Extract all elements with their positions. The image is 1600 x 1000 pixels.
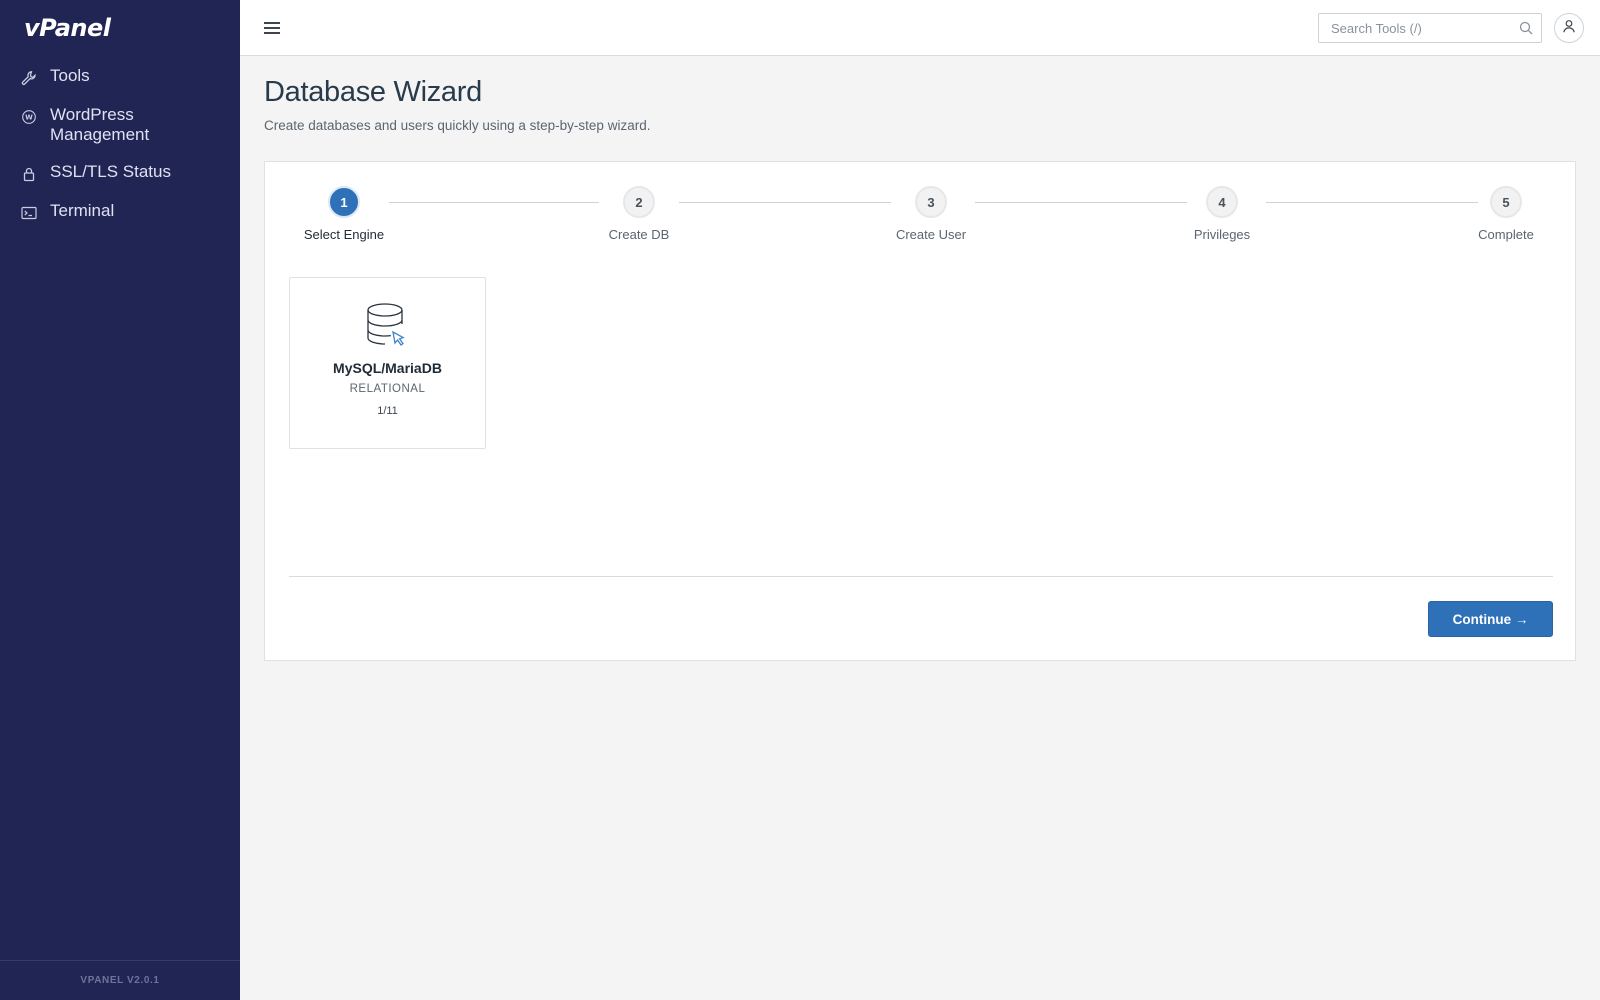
- wordpress-icon: W: [20, 107, 38, 127]
- wizard-step-create-db[interactable]: 2 Create DB: [579, 186, 699, 242]
- terminal-icon: [20, 203, 38, 223]
- version-label: VPANEL V2.0.1: [0, 960, 240, 1000]
- step-connector: [975, 202, 1187, 203]
- engine-option-mysql[interactable]: MySQL/MariaDB RELATIONAL 1/11: [289, 277, 486, 449]
- user-menu-button[interactable]: [1554, 13, 1584, 43]
- divider: [289, 576, 1553, 577]
- sidebar-item-label: Tools: [50, 66, 90, 85]
- step-label: Create DB: [608, 227, 670, 242]
- sidebar-nav: Tools W WordPress Management SSL/TLS Sta…: [0, 66, 240, 240]
- search-box: [1318, 13, 1542, 43]
- page-title: Database Wizard: [264, 76, 482, 108]
- step-label: Privileges: [1193, 227, 1251, 242]
- wrench-icon: [20, 68, 38, 88]
- wizard-step-create-user[interactable]: 3 Create User: [871, 186, 991, 242]
- sidebar-item-terminal[interactable]: Terminal: [0, 201, 240, 223]
- step-number: 4: [1206, 186, 1238, 218]
- sidebar: vPanel Tools W WordPress Management SSL/…: [0, 0, 240, 1000]
- sidebar-item-label: SSL/TLS Status: [50, 162, 171, 181]
- sidebar-item-tools[interactable]: Tools: [0, 66, 240, 88]
- user-icon: [1562, 19, 1576, 38]
- step-connector: [679, 202, 891, 203]
- sidebar-item-label: Terminal: [50, 201, 115, 220]
- engine-type: RELATIONAL: [349, 383, 426, 395]
- step-number: 3: [915, 186, 947, 218]
- search-icon[interactable]: [1519, 21, 1533, 40]
- engine-name: MySQL/MariaDB: [333, 360, 442, 376]
- step-connector: [389, 202, 599, 203]
- database-icon: [365, 302, 411, 350]
- sidebar-item-wordpress[interactable]: W WordPress Management: [0, 105, 240, 145]
- wizard-step-complete[interactable]: 5 Complete: [1446, 186, 1566, 242]
- top-bar: [240, 0, 1600, 56]
- engine-usage-count: 1/11: [377, 405, 398, 417]
- step-label: Create User: [895, 227, 967, 242]
- wizard-stepper: 1 Select Engine 2 Create DB 3 Create Use…: [265, 162, 1577, 252]
- page-subtitle: Create databases and users quickly using…: [264, 118, 651, 133]
- svg-text:W: W: [25, 114, 33, 122]
- wizard-step-privileges[interactable]: 4 Privileges: [1162, 186, 1282, 242]
- lock-icon: [20, 164, 38, 184]
- search-input[interactable]: [1319, 20, 1509, 36]
- step-number: 5: [1490, 186, 1522, 218]
- step-number: 2: [623, 186, 655, 218]
- wizard-step-select-engine[interactable]: 1 Select Engine: [284, 186, 404, 242]
- step-label: Select Engine: [303, 227, 385, 242]
- wizard-card: 1 Select Engine 2 Create DB 3 Create Use…: [264, 161, 1576, 661]
- step-number: 1: [328, 186, 360, 218]
- sidebar-item-ssl[interactable]: SSL/TLS Status: [0, 162, 240, 184]
- step-label: Complete: [1478, 227, 1534, 242]
- app-logo[interactable]: vPanel: [24, 14, 111, 42]
- continue-button[interactable]: Continue →: [1428, 601, 1553, 637]
- sidebar-item-label: WordPress Management: [50, 105, 150, 144]
- hamburger-icon[interactable]: [264, 18, 284, 38]
